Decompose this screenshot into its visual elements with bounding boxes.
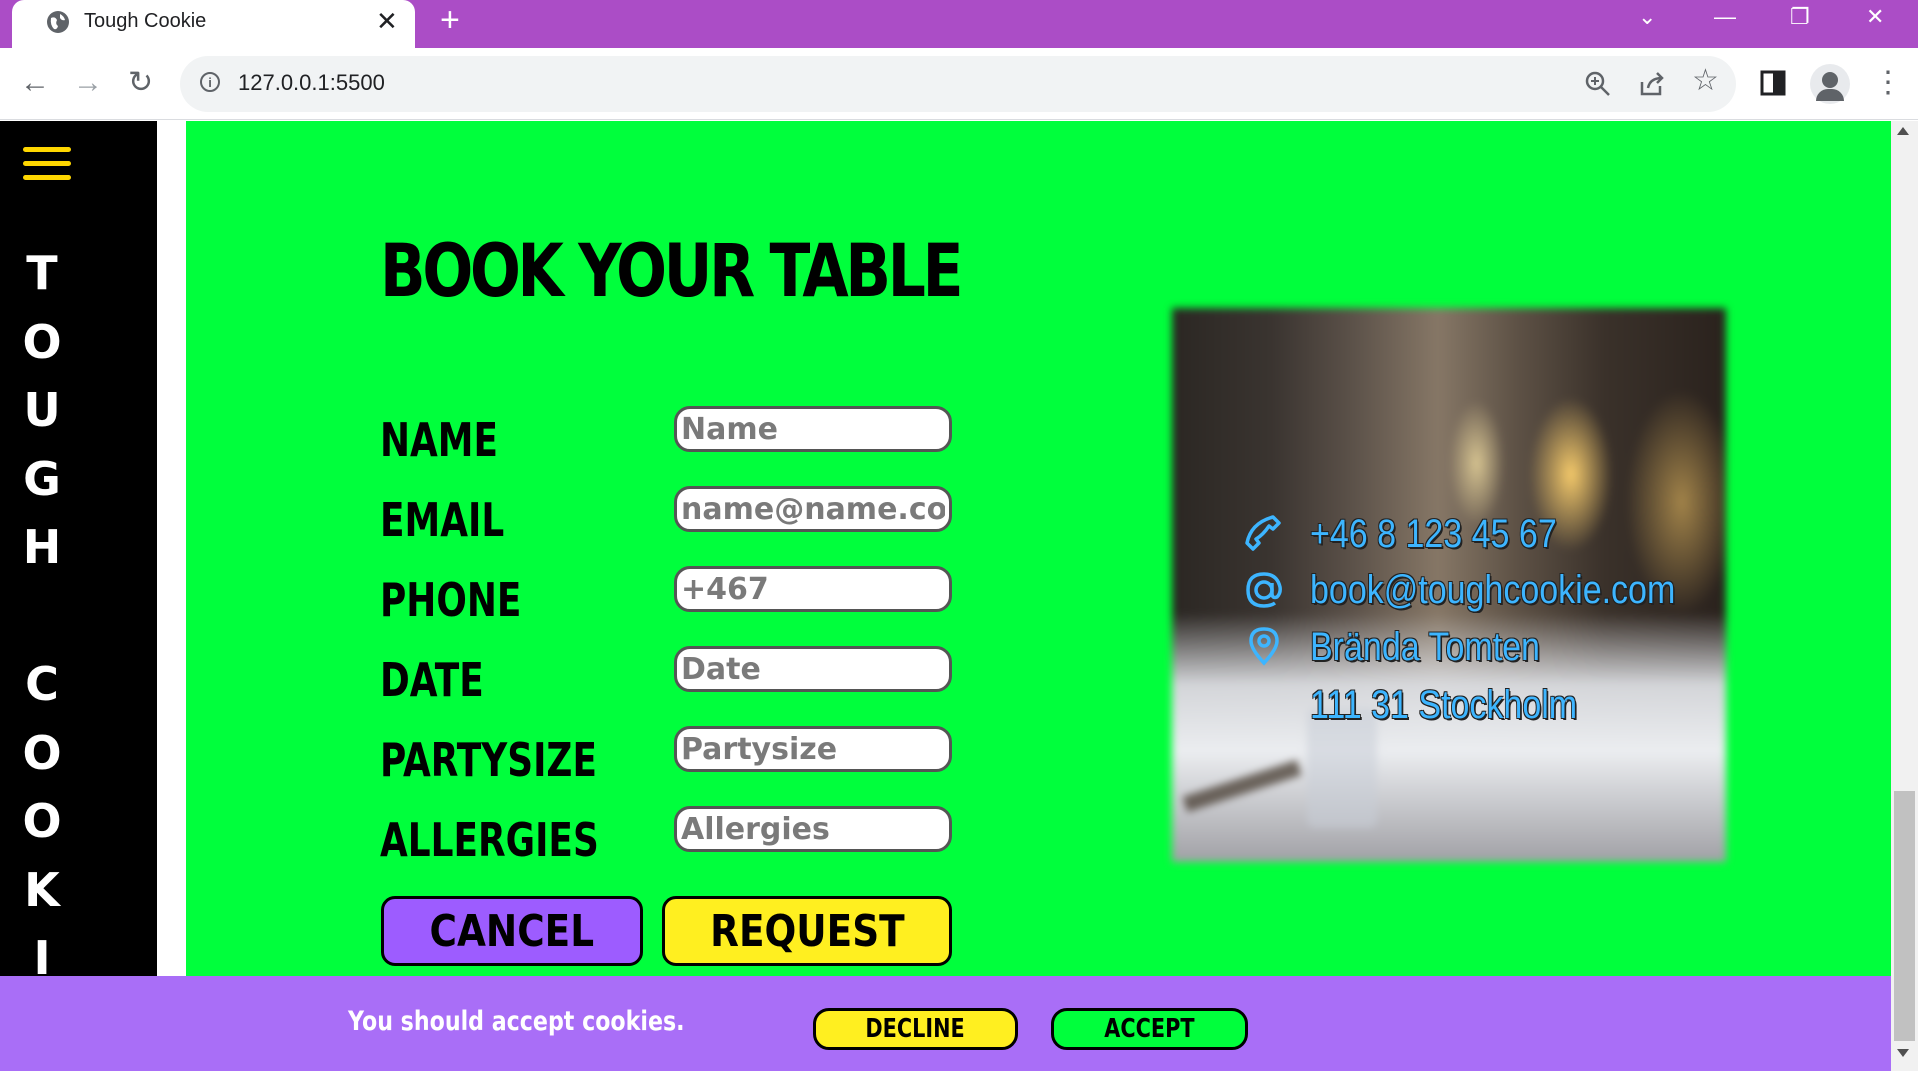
location-icon <box>1249 627 1279 666</box>
brand-letter: K <box>24 862 60 917</box>
forward-icon[interactable]: → <box>73 66 103 100</box>
tab-title: Tough Cookie <box>84 10 207 32</box>
at-icon <box>1246 572 1282 608</box>
back-icon[interactable]: ← <box>20 66 50 100</box>
share-icon[interactable] <box>1638 70 1666 98</box>
close-icon[interactable]: ✕ <box>376 6 398 36</box>
contact-street: Brända Tomten <box>1310 625 1540 669</box>
brand-letter: H <box>22 520 62 574</box>
restore-icon[interactable]: ❐ <box>1790 4 1810 30</box>
contact-phone[interactable]: +46 8 123 45 67 <box>1310 511 1557 557</box>
date-label: DATE <box>380 653 484 707</box>
partysize-label: PARTYSIZE <box>380 733 597 787</box>
contact-city: 111 31 Stockholm <box>1310 683 1578 727</box>
email-field[interactable] <box>674 486 952 532</box>
cancel-button[interactable]: CANCEL <box>381 896 643 966</box>
phone-label: PHONE <box>380 573 522 627</box>
menu-icon[interactable]: ⋮ <box>1873 66 1903 100</box>
accept-button-label: ACCEPT <box>1104 1014 1195 1044</box>
profile-head <box>1822 72 1838 88</box>
brand-vertical-title: T O U G H C O O K I <box>0 239 84 993</box>
new-tab-icon[interactable]: + <box>440 2 460 38</box>
info-icon[interactable]: i <box>200 72 220 92</box>
brand-letter: U <box>23 383 61 437</box>
partysize-field[interactable] <box>674 726 952 772</box>
scroll-thumb[interactable] <box>1894 791 1915 1041</box>
side-panel-icon[interactable] <box>1760 70 1786 96</box>
cookie-message: You should accept cookies. <box>348 1006 685 1037</box>
address-bar[interactable] <box>180 56 1736 112</box>
name-label: NAME <box>380 413 499 467</box>
page-content: T O U G H C O O K I BOOK YOUR TABLE NAME… <box>0 121 1918 1071</box>
cookie-banner: You should accept cookies. DECLINE ACCEP… <box>0 976 1891 1071</box>
scroll-down-icon[interactable] <box>1897 1049 1909 1057</box>
cancel-button-label: CANCEL <box>429 905 595 957</box>
brand-letter <box>0 582 84 651</box>
contact-email[interactable]: book@toughcookie.com <box>1310 567 1675 613</box>
brand-letter: O <box>22 794 62 848</box>
hamburger-icon[interactable] <box>23 147 71 181</box>
phone-icon <box>1245 515 1281 551</box>
decline-button[interactable]: DECLINE <box>813 1008 1018 1050</box>
reload-icon[interactable]: ↻ <box>128 66 153 100</box>
accept-button[interactable]: ACCEPT <box>1051 1008 1248 1050</box>
url-text[interactable]: 127.0.0.1:5500 <box>238 70 385 96</box>
browser-tab[interactable]: Tough Cookie ✕ <box>12 0 415 48</box>
allergies-label: ALLERGIES <box>380 813 599 867</box>
scroll-up-icon[interactable] <box>1897 127 1909 135</box>
brand-letter: O <box>22 314 62 369</box>
page-scrollbar[interactable] <box>1891 121 1918 1071</box>
star-icon[interactable]: ☆ <box>1692 66 1719 96</box>
browser-tab-strip: Tough Cookie ✕ + ⌄ — ❐ ✕ <box>0 0 1918 48</box>
brand-letter: G <box>23 451 61 506</box>
name-field[interactable] <box>674 406 952 452</box>
minimize-icon[interactable]: — <box>1714 4 1736 30</box>
cutlery-shape <box>1182 759 1302 813</box>
tab-search-icon[interactable]: ⌄ <box>1638 4 1656 30</box>
brand-letter: T <box>26 246 58 300</box>
globe-icon <box>47 11 69 33</box>
close-window-icon[interactable]: ✕ <box>1866 4 1884 30</box>
email-label: EMAIL <box>380 493 505 547</box>
brand-letter: O <box>22 725 62 780</box>
page-title: BOOK YOUR TABLE <box>380 229 964 314</box>
sidebar: T O U G H C O O K I <box>0 121 157 1071</box>
zoom-icon[interactable] <box>1584 70 1612 98</box>
request-button-label: REQUEST <box>709 905 905 957</box>
decline-button-label: DECLINE <box>865 1014 966 1044</box>
allergies-field[interactable] <box>674 806 952 852</box>
request-button[interactable]: REQUEST <box>662 896 952 966</box>
date-field[interactable] <box>674 646 952 692</box>
brand-letter: C <box>25 657 59 711</box>
phone-field[interactable] <box>674 566 952 612</box>
